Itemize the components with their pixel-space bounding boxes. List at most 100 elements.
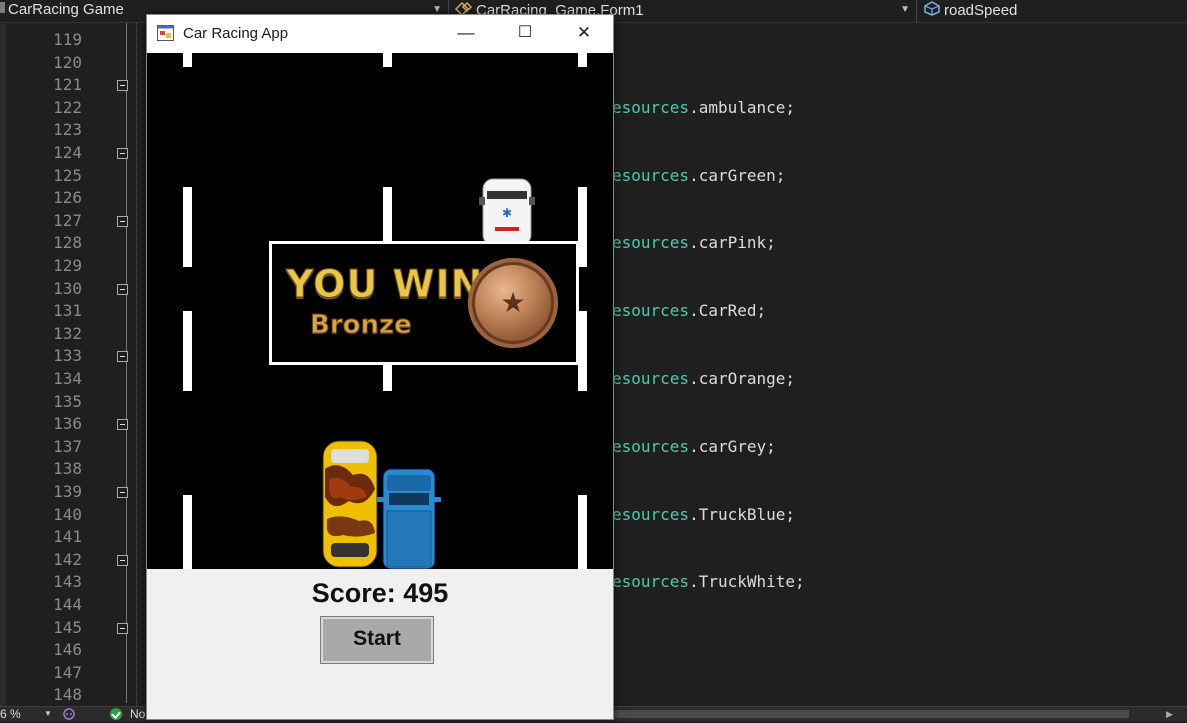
line-number: 130 [53, 278, 82, 298]
collapse-icon[interactable] [117, 351, 128, 363]
window-titlebar[interactable]: Car Racing App — ☐ ✕ [147, 15, 613, 53]
line-number: 138 [53, 459, 82, 479]
lane-marker [578, 53, 587, 67]
start-button[interactable]: Start [320, 616, 434, 664]
line-number: 126 [53, 188, 82, 208]
no-issues-icon[interactable] [110, 708, 122, 720]
code-line: esources.TruckBlue; [612, 504, 795, 526]
lane-marker [578, 187, 587, 267]
lane-marker [183, 311, 192, 391]
resources-identifier: esources [612, 233, 690, 253]
line-number: 128 [53, 233, 82, 253]
line-number: 145 [53, 617, 82, 637]
collapse-icon[interactable] [117, 622, 128, 634]
close-button[interactable]: ✕ [561, 15, 607, 52]
line-number: 136 [53, 414, 82, 434]
award-text: Bronze [310, 310, 413, 341]
project-combo-label: CarRacing Game [8, 1, 124, 18]
line-number: 144 [53, 595, 82, 614]
resources-identifier: esources [612, 504, 690, 524]
line-number: 134 [53, 369, 82, 388]
line-number: 139 [53, 482, 82, 501]
code-line: esources.TruckWhite; [612, 571, 805, 593]
chevron-down-icon: ▼ [900, 4, 910, 15]
resource-member: .carOrange; [689, 369, 796, 388]
resource-member: .carGrey; [689, 436, 776, 456]
you-win-text: YOU WIN [285, 262, 484, 307]
resource-member: .carPink; [689, 233, 776, 253]
code-line: esources.carOrange; [612, 368, 795, 390]
svg-text:✱: ✱ [502, 206, 512, 220]
resource-member: .carGreen; [689, 165, 786, 185]
resources-identifier: esources [612, 301, 690, 321]
code-line: esources.CarRed; [612, 300, 766, 322]
resources-identifier: esources [612, 165, 690, 185]
collapse-icon[interactable] [117, 419, 128, 431]
collapse-icon[interactable] [117, 215, 128, 227]
line-number: 141 [53, 527, 82, 547]
collapse-icon[interactable] [117, 283, 128, 295]
line-number: 121 [53, 75, 82, 95]
car-racing-app-window[interactable]: Car Racing App — ☐ ✕ ✱ YOU WIN Bronze ★ … [146, 14, 614, 720]
resource-member: .TruckBlue; [689, 504, 796, 524]
issues-status-text[interactable]: No [130, 707, 145, 721]
star-icon: ★ [500, 287, 526, 318]
line-number: 146 [53, 640, 82, 660]
member-combo[interactable]: roadSpeed [922, 0, 1187, 21]
minimize-button[interactable]: — [443, 15, 489, 52]
window-title: Car Racing App [183, 25, 289, 42]
line-number: 131 [53, 301, 82, 321]
resources-identifier: esources [612, 436, 690, 456]
line-number: 129 [53, 256, 82, 275]
code-line: esources.carGrey; [612, 436, 776, 458]
resource-member: .CarRed; [689, 301, 767, 321]
copilot-icon[interactable] [62, 708, 76, 723]
line-number: 125 [53, 165, 82, 185]
horizontal-scrollbar[interactable] [614, 710, 1129, 718]
member-combo-label: roadSpeed [944, 1, 1018, 19]
line-number: 135 [53, 391, 82, 411]
nav-divider [916, 0, 917, 22]
lane-marker [383, 53, 392, 67]
line-number: 147 [53, 662, 82, 682]
lane-marker [183, 495, 192, 569]
you-win-panel: YOU WIN Bronze ★ [269, 241, 579, 365]
scroll-right-icon[interactable]: ▶ [1166, 707, 1173, 721]
field-icon [922, 0, 942, 22]
race-track: ✱ YOU WIN Bronze ★ [147, 53, 613, 569]
code-line: esources.carPink; [612, 232, 776, 254]
line-number: 119 [53, 30, 82, 49]
blue-truck [377, 468, 441, 569]
resource-member: .ambulance; [689, 97, 796, 117]
resource-member: .TruckWhite; [689, 572, 805, 592]
maximize-button[interactable]: ☐ [502, 15, 548, 52]
code-line: esources.ambulance; [612, 97, 795, 119]
app-form-icon [157, 25, 174, 41]
lane-marker [183, 53, 192, 67]
line-number: 137 [53, 436, 82, 456]
lane-marker [578, 311, 587, 391]
ambulance-car: ✱ [479, 178, 535, 245]
collapse-icon[interactable] [117, 554, 128, 566]
csharp-project-icon [0, 0, 6, 20]
indent-guide [136, 23, 137, 706]
collapse-icon[interactable] [117, 487, 128, 498]
line-number: 124 [53, 143, 82, 162]
line-number: 148 [53, 685, 82, 705]
line-number: 142 [53, 549, 82, 569]
resources-identifier: esources [612, 572, 690, 592]
resources-identifier: esources [612, 97, 690, 117]
collapse-icon[interactable] [117, 148, 128, 159]
code-line: esources.carGreen; [612, 165, 785, 187]
score-label: Score: 495 [311, 578, 449, 608]
zoom-level[interactable]: 6 % [0, 707, 21, 721]
fold-guide-line [126, 23, 127, 703]
line-number: 123 [53, 120, 82, 140]
line-number: 127 [53, 210, 82, 230]
line-number: 140 [53, 504, 82, 524]
line-number: 122 [53, 97, 82, 117]
line-number: 143 [53, 572, 82, 592]
collapse-icon[interactable] [117, 80, 128, 92]
line-number: 133 [53, 346, 82, 366]
zoom-dropdown-icon[interactable]: ▼ [44, 707, 52, 721]
